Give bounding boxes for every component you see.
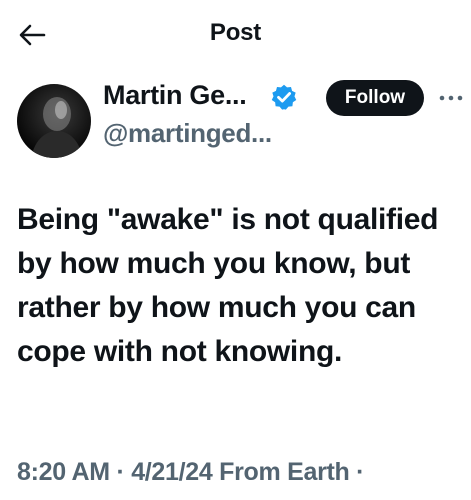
avatar-photo <box>31 97 83 158</box>
author-name[interactable]: Martin Ge... <box>103 80 247 111</box>
follow-button[interactable]: Follow <box>326 80 424 116</box>
post-date[interactable]: 4/21/24 <box>131 458 213 486</box>
meta-separator: · <box>116 458 125 486</box>
verified-badge-icon <box>271 84 297 110</box>
post-text: Being "awake" is not qualified by how mu… <box>17 203 439 368</box>
author-handle[interactable]: @martinged... <box>103 118 272 149</box>
post-source: From Earth <box>219 458 350 486</box>
post-time[interactable]: 8:20 AM <box>17 458 110 486</box>
avatar[interactable] <box>17 84 91 158</box>
post-header: Post <box>0 0 471 70</box>
page-title: Post <box>209 19 262 46</box>
post-meta: 8:20 AM · 4/21/24 From Earth · <box>17 458 365 487</box>
more-horizontal-icon <box>439 95 463 101</box>
more-options-button[interactable] <box>436 88 466 108</box>
meta-separator-trailing: · <box>356 458 365 486</box>
